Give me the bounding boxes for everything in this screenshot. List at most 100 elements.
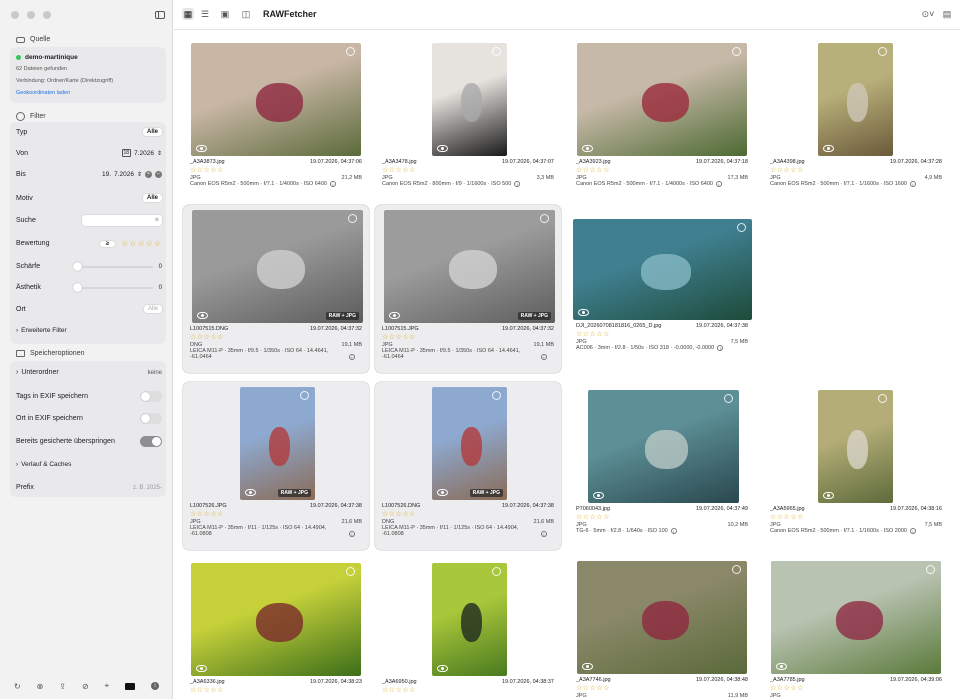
photo-tile[interactable]: _A3A6950.jpg 19.07.2026, 04:38:37 ☆☆☆☆☆: [375, 558, 561, 699]
select-circle-icon[interactable]: [878, 47, 887, 56]
to-date-field[interactable]: 7.2026: [114, 171, 134, 178]
skip-saved-toggle[interactable]: [140, 436, 162, 447]
eye-icon[interactable]: [823, 145, 834, 152]
info-icon[interactable]: i: [541, 531, 547, 537]
info-icon[interactable]: i: [715, 181, 722, 187]
photo-thumbnail[interactable]: [432, 387, 507, 500]
photo-thumbnail[interactable]: [588, 390, 739, 503]
photo-tile[interactable]: _A3A4398.jpg 19.07.2026, 04:37:28 ☆☆☆☆☆ JPG…: [763, 40, 949, 195]
rating-stars[interactable]: ☆☆☆☆☆: [382, 333, 554, 341]
info-icon[interactable]: i: [151, 682, 160, 690]
select-circle-icon[interactable]: [737, 223, 746, 232]
type-select[interactable]: Alle: [142, 128, 162, 136]
rating-stars[interactable]: ☆☆☆☆☆: [121, 239, 162, 248]
select-circle-icon[interactable]: [346, 567, 355, 576]
rating-stars[interactable]: ☆☆☆☆☆: [576, 684, 748, 692]
rating-stars[interactable]: ☆☆☆☆☆: [576, 330, 748, 338]
photo-thumbnail[interactable]: [818, 43, 893, 156]
rating-stars[interactable]: ☆☆☆☆☆: [190, 166, 362, 174]
search-clear-icon[interactable]: ⊗: [155, 217, 159, 223]
stepper-icon[interactable]: ⇕: [157, 150, 162, 157]
to-day-field[interactable]: 19.: [102, 171, 111, 178]
photo-tile[interactable]: RAW + JPG L1007515.JPG 19.07.2026, 04:37:3…: [375, 205, 561, 373]
eye-icon[interactable]: [245, 489, 256, 496]
eye-icon[interactable]: [776, 663, 787, 670]
info-icon[interactable]: i: [909, 181, 916, 187]
list-view-icon[interactable]: ☰: [199, 8, 211, 20]
info-icon[interactable]: i: [514, 181, 521, 187]
info-icon[interactable]: i: [717, 345, 724, 351]
select-circle-icon[interactable]: [346, 47, 355, 56]
rating-stars[interactable]: ☆☆☆☆☆: [770, 166, 942, 174]
refresh-icon[interactable]: ↻: [14, 682, 21, 691]
select-circle-icon[interactable]: [926, 565, 935, 574]
photo-thumbnail[interactable]: [240, 387, 315, 500]
photo-thumbnail[interactable]: [191, 563, 361, 676]
rating-stars[interactable]: ☆☆☆☆☆: [190, 510, 362, 518]
motif-select[interactable]: Alle: [142, 194, 162, 202]
photo-thumbnail[interactable]: [577, 43, 747, 156]
info-icon[interactable]: i: [909, 528, 916, 534]
tags-exif-toggle[interactable]: [140, 391, 162, 402]
sidebar-toggle-icon[interactable]: [155, 11, 165, 19]
color-swatch-icon[interactable]: [125, 682, 136, 690]
info-icon[interactable]: i: [329, 181, 336, 187]
photo-tile[interactable]: _A3A5965.jpg 19.07.2026, 04:38:16 ☆☆☆☆☆ JPG…: [763, 382, 949, 550]
photo-thumbnail[interactable]: [577, 561, 747, 674]
grid-view-icon[interactable]: ▦: [182, 8, 194, 20]
upload-icon[interactable]: ⇪: [59, 682, 66, 691]
eye-icon[interactable]: [582, 145, 593, 152]
location-exif-toggle[interactable]: [140, 413, 162, 424]
from-date-field[interactable]: 7.2026: [134, 150, 154, 157]
rating-stars[interactable]: ☆☆☆☆☆: [382, 686, 554, 694]
photo-thumbnail[interactable]: [818, 390, 893, 503]
eye-icon[interactable]: [196, 145, 207, 152]
chat-icon[interactable]: ▤: [941, 8, 953, 20]
eye-icon[interactable]: [196, 665, 207, 672]
photo-tile[interactable]: _A3A3873.jpg 19.07.2026, 04:37:06 ☆☆☆☆☆ JPG…: [183, 40, 369, 195]
eye-icon[interactable]: [823, 492, 834, 499]
select-circle-icon[interactable]: [492, 391, 501, 400]
photo-tile[interactable]: _A3A6336.jpg 19.07.2026, 04:38:23 ☆☆☆☆☆: [183, 558, 369, 699]
select-circle-icon[interactable]: [492, 47, 501, 56]
rating-stars[interactable]: ☆☆☆☆☆: [576, 513, 748, 521]
info-icon[interactable]: i: [349, 531, 355, 537]
select-circle-icon[interactable]: [732, 47, 741, 56]
advanced-filters-disclosure[interactable]: › Erweiterte Filter: [16, 327, 162, 334]
rating-stars[interactable]: ☆☆☆☆☆: [382, 166, 554, 174]
minimize-button[interactable]: [27, 11, 35, 19]
info-icon[interactable]: i: [349, 354, 355, 360]
photo-thumbnail[interactable]: [432, 43, 507, 156]
calendar-icon[interactable]: 18: [121, 149, 132, 157]
search-input[interactable]: ⊗: [82, 215, 162, 226]
photo-thumbnail[interactable]: [771, 561, 941, 674]
prefix-input[interactable]: z. B. 2025-: [133, 485, 162, 491]
select-circle-icon[interactable]: [300, 391, 309, 400]
camera-icon[interactable]: ◫: [240, 8, 252, 20]
photo-tile[interactable]: _A3A7785.jpg 19.07.2026, 04:39:06 ☆☆☆☆☆ JPG: [763, 558, 949, 699]
check-circle-icon[interactable]: ⊙˅: [920, 8, 936, 20]
aesthetics-slider[interactable]: [72, 282, 153, 292]
photo-tile[interactable]: _A3A3478.jpg 19.07.2026, 04:37:07 ☆☆☆☆☆ JPG…: [375, 40, 561, 195]
photo-thumbnail[interactable]: [384, 210, 555, 323]
gallery-icon[interactable]: ▣: [219, 8, 231, 20]
photo-tile[interactable]: RAW + JPG L1007515.DNG 19.07.2026, 04:37:3…: [183, 205, 369, 373]
eye-icon[interactable]: [437, 145, 448, 152]
photo-tile[interactable]: _A3A7746.jpg 19.07.2026, 04:38:48 ☆☆☆☆☆ JPG…: [569, 558, 755, 699]
select-circle-icon[interactable]: [540, 214, 549, 223]
rating-stars[interactable]: ☆☆☆☆☆: [770, 513, 942, 521]
rating-stars[interactable]: ☆☆☆☆☆: [190, 686, 362, 694]
photo-tile[interactable]: _A3A3923.jpg 19.07.2026, 04:37:18 ☆☆☆☆☆ JPG…: [569, 40, 755, 195]
select-circle-icon[interactable]: [492, 567, 501, 576]
clear-date-icon[interactable]: ×: [145, 171, 152, 178]
location-select[interactable]: Alle: [143, 305, 162, 313]
history-caches-disclosure[interactable]: › Verlauf & Caches: [16, 461, 162, 468]
rating-stars[interactable]: ☆☆☆☆☆: [770, 684, 942, 692]
rating-operator-select[interactable]: ≥: [99, 240, 116, 247]
subfolder-row[interactable]: › Unterordner keine: [16, 369, 162, 376]
select-circle-icon[interactable]: [348, 214, 357, 223]
crosshair-icon[interactable]: ⌖: [105, 681, 110, 691]
apply-date-icon[interactable]: –: [155, 171, 162, 178]
rating-stars[interactable]: ☆☆☆☆☆: [190, 333, 362, 341]
stepper-icon[interactable]: ⇕: [137, 171, 142, 178]
